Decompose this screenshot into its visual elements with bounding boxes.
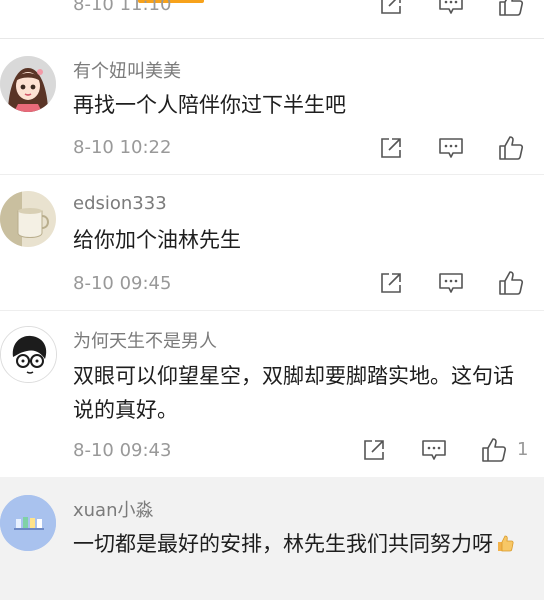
like-button[interactable] [496, 0, 526, 18]
comment-actions: 1 [359, 436, 534, 464]
comment-item: edsion333 给你加个油林先生 8-10 09:45 [0, 175, 544, 310]
like-button[interactable]: 1 [479, 436, 528, 464]
comment-text-content: 一切都是最好的安排，林先生我们共同努力呀 [73, 532, 493, 556]
comment-item: 有个妞叫美美 再找一个人陪伴你过下半生吧 8-10 10:22 [0, 39, 544, 175]
share-button[interactable] [376, 0, 406, 18]
comment-icon [439, 0, 463, 14]
thumbs-up-icon [482, 438, 507, 462]
comment-actions [376, 134, 526, 162]
like-count: 1 [517, 439, 529, 460]
reply-button[interactable] [419, 436, 449, 464]
share-button[interactable] [359, 436, 389, 464]
comment-icon [422, 440, 446, 460]
reply-button[interactable] [436, 269, 466, 297]
cartoon-avatar-image [1, 327, 56, 382]
comment-icon [439, 273, 463, 293]
share-button[interactable] [376, 269, 406, 297]
comment-username[interactable]: edsion333 [73, 193, 167, 214]
avatar[interactable] [0, 326, 57, 383]
comment-timestamp: 8-10 10:22 [73, 137, 172, 158]
avatar[interactable] [0, 56, 56, 112]
comment-icon [439, 138, 463, 158]
previous-comment-footer: 8-10 11:10 [0, 0, 544, 39]
reply-button[interactable] [436, 0, 466, 18]
thumbs-up-icon [499, 271, 524, 295]
share-icon [381, 273, 401, 293]
share-icon [381, 138, 401, 158]
girl-avatar-image [0, 56, 56, 112]
share-icon [364, 440, 384, 460]
comment-text: 一切都是最好的安排，林先生我们共同努力呀 [73, 527, 533, 561]
thumbs-up-emoji [498, 535, 514, 552]
comment-timestamp: 8-10 09:43 [73, 440, 172, 461]
comment-text: 再找一个人陪伴你过下半生吧 [73, 93, 346, 117]
like-button[interactable] [496, 134, 526, 162]
comment-actions [376, 269, 526, 297]
comment-text: 给你加个油林先生 [73, 228, 241, 252]
drinks-avatar-image [0, 495, 56, 551]
comment-actions [376, 0, 526, 18]
comment-text: 双眼可以仰望星空，双脚却要脚踏实地。这句话说的真好。 [73, 364, 514, 422]
comment-username[interactable]: 为何天生不是男人 [73, 327, 217, 353]
thumbs-up-icon [499, 0, 524, 16]
reply-button[interactable] [436, 134, 466, 162]
comment-item-highlighted: xuan小淼 一切都是最好的安排，林先生我们共同努力呀 [0, 477, 544, 600]
comment-timestamp: 8-10 11:10 [73, 0, 172, 15]
comment-username[interactable]: xuan小淼 [73, 496, 154, 522]
thumbs-up-icon [499, 136, 524, 160]
like-button[interactable] [496, 269, 526, 297]
avatar[interactable] [0, 191, 56, 247]
comment-username[interactable]: 有个妞叫美美 [73, 57, 181, 83]
cup-avatar-image [0, 191, 56, 247]
share-icon [381, 0, 401, 14]
share-button[interactable] [376, 134, 406, 162]
avatar[interactable] [0, 495, 56, 551]
comment-item: 为何天生不是男人 双眼可以仰望星空，双脚却要脚踏实地。这句话说的真好。 8-10… [0, 311, 544, 477]
comment-timestamp: 8-10 09:45 [73, 273, 172, 294]
